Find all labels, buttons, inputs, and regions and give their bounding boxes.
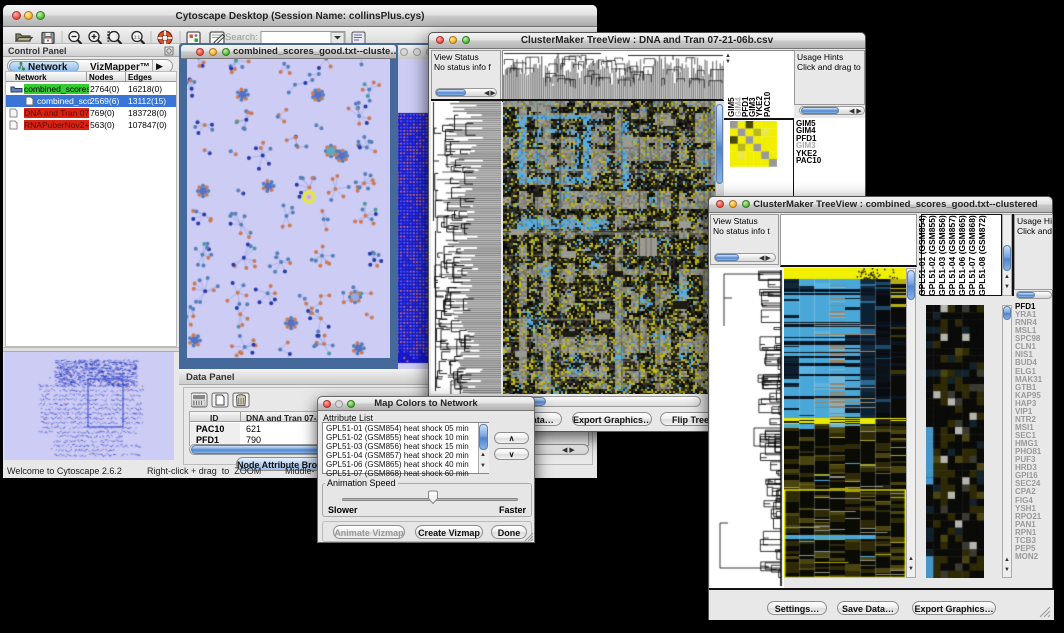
svg-text:Search:: Search: [225, 32, 258, 43]
svg-text:1:1: 1:1 [134, 35, 141, 40]
